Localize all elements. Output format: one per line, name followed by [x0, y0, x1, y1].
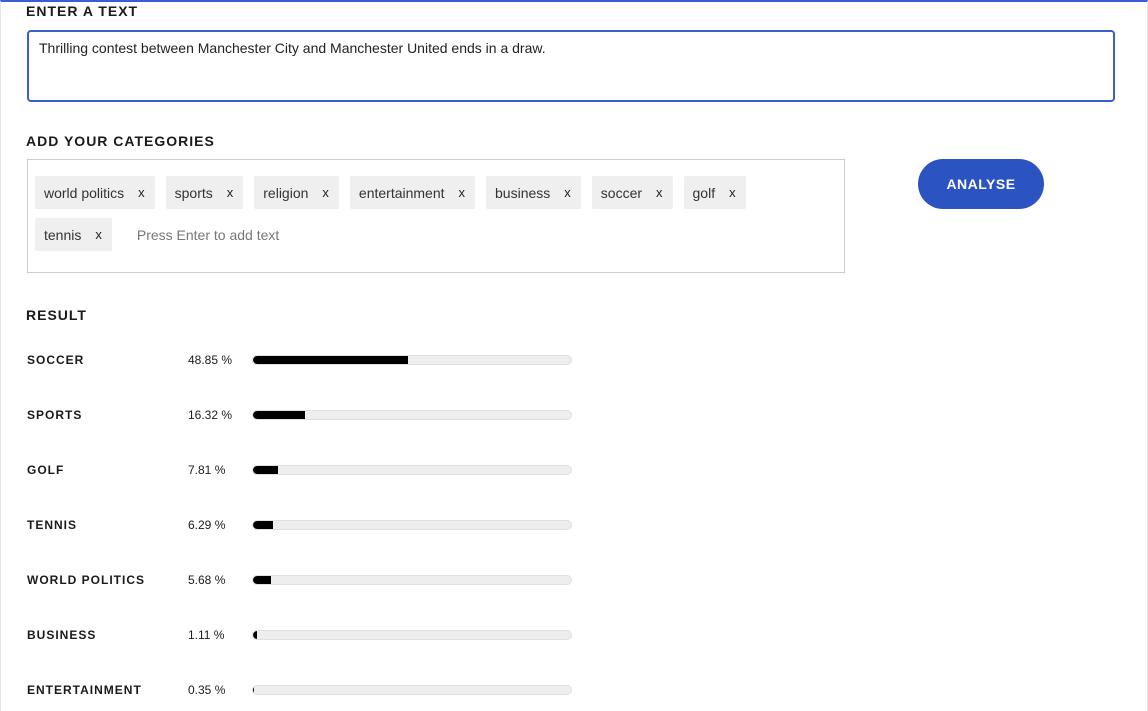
result-list: SOCCER 48.85 % SPORTS 16.32 % GOLF 7.81 … [27, 332, 587, 711]
remove-tag-button[interactable]: x [656, 185, 663, 200]
result-row: GOLF 7.81 % [27, 442, 587, 497]
result-category-name: BUSINESS [27, 628, 97, 642]
category-tag: soccer x [591, 176, 673, 209]
result-bar-track [252, 465, 572, 475]
result-bar-fill [253, 631, 257, 639]
classifier-page: ENTER A TEXT ADD YOUR CATEGORIES world p… [0, 0, 1148, 711]
result-percentage: 1.11 % [188, 628, 225, 642]
category-tag: tennis x [35, 218, 112, 251]
tag-label: world politics [44, 184, 125, 201]
result-row: TENNIS 6.29 % [27, 497, 587, 552]
remove-tag-button[interactable]: x [227, 185, 234, 200]
category-tag: world politics x [35, 176, 155, 209]
result-bar-fill [253, 411, 305, 419]
result-percentage: 6.29 % [188, 518, 226, 532]
tag-label: sports [174, 184, 213, 201]
text-input[interactable] [27, 30, 1115, 102]
tag-list: world politics x sports x religion x ent… [35, 176, 844, 260]
category-tag: religion x [254, 176, 339, 209]
result-row: ENTERTAINMENT 0.35 % [27, 662, 587, 711]
category-tag: sports x [165, 176, 244, 209]
enter-text-heading: ENTER A TEXT [26, 3, 139, 19]
tag-label: golf [692, 184, 716, 201]
analyse-button[interactable]: ANALYSE [918, 159, 1044, 209]
remove-tag-button[interactable]: x [459, 185, 466, 200]
result-category-name: SPORTS [27, 408, 83, 422]
result-bar-fill [253, 576, 272, 584]
result-percentage: 16.32 % [188, 408, 233, 422]
result-bar-fill [253, 356, 409, 364]
categories-heading: ADD YOUR CATEGORIES [26, 133, 215, 149]
result-bar-track [252, 685, 572, 695]
tag-label: tennis [44, 226, 82, 243]
tag-label: entertainment [358, 184, 445, 201]
remove-tag-button[interactable]: x [729, 185, 736, 200]
category-tag: business x [486, 176, 581, 209]
remove-tag-button[interactable]: x [564, 185, 571, 200]
result-percentage: 0.35 % [188, 683, 226, 697]
result-row: WORLD POLITICS 5.68 % [27, 552, 587, 607]
result-row: SPORTS 16.32 % [27, 387, 587, 442]
result-bar-track [252, 575, 572, 585]
result-heading: RESULT [26, 307, 87, 323]
result-percentage: 48.85 % [188, 353, 233, 367]
result-category-name: GOLF [27, 463, 65, 477]
result-bar-track [252, 630, 572, 640]
result-category-name: TENNIS [27, 518, 78, 532]
result-category-name: ENTERTAINMENT [27, 683, 142, 697]
result-bar-fill [253, 686, 255, 694]
result-row: BUSINESS 1.11 % [27, 607, 587, 662]
result-bar-track [252, 355, 572, 365]
tag-label: business [495, 184, 551, 201]
categories-box[interactable]: world politics x sports x religion x ent… [27, 159, 845, 273]
result-bar-fill [253, 466, 278, 474]
remove-tag-button[interactable]: x [95, 227, 102, 242]
result-percentage: 7.81 % [188, 463, 226, 477]
result-bar-track [252, 410, 572, 420]
result-percentage: 5.68 % [188, 573, 226, 587]
category-tag: entertainment x [349, 176, 476, 209]
tag-label: soccer [600, 184, 643, 201]
result-bar-track [252, 520, 572, 530]
add-category-input[interactable] [134, 217, 339, 252]
result-bar-fill [253, 521, 273, 529]
category-tag: golf x [683, 176, 746, 209]
result-category-name: SOCCER [27, 353, 85, 367]
tag-label: religion [263, 184, 309, 201]
remove-tag-button[interactable]: x [322, 185, 329, 200]
result-category-name: WORLD POLITICS [27, 573, 145, 587]
result-row: SOCCER 48.85 % [27, 332, 587, 387]
remove-tag-button[interactable]: x [138, 185, 145, 200]
